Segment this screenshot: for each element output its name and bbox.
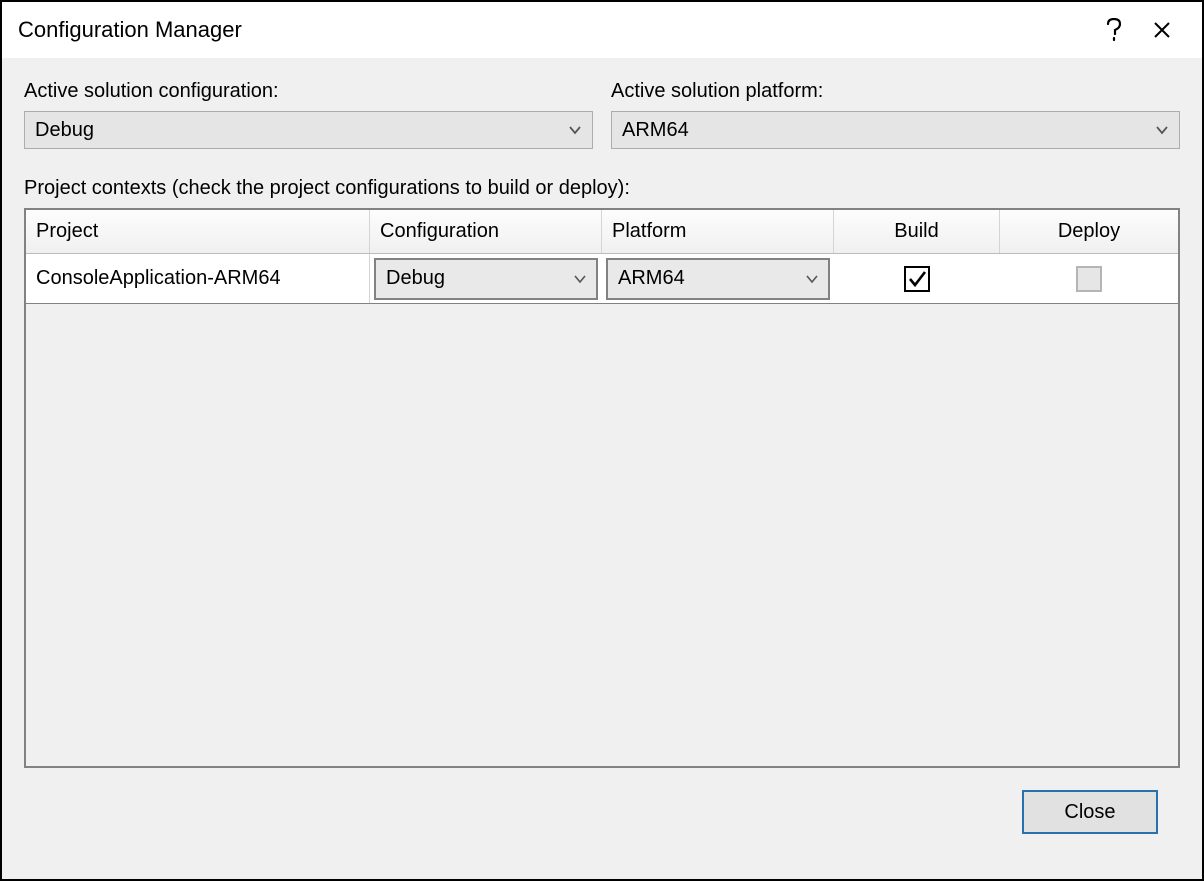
col-header-build[interactable]: Build [834,210,1000,253]
chevron-down-icon [568,125,582,135]
row-platform-value: ARM64 [618,267,806,290]
cell-build [834,254,1000,303]
close-button[interactable]: Close [1022,790,1158,834]
build-checkbox[interactable] [904,266,930,292]
dialog-footer: Close [24,768,1180,856]
deploy-checkbox [1076,266,1102,292]
cell-configuration: Debug [370,254,602,303]
active-platform-label: Active solution platform: [611,80,1180,103]
checkmark-icon [907,269,927,289]
titlebar: Configuration Manager [2,2,1202,58]
chevron-down-icon [806,275,818,283]
solution-selectors: Active solution configuration: Debug Act… [24,80,1180,149]
active-platform-field: Active solution platform: ARM64 [611,80,1180,149]
row-config-value: Debug [386,267,574,290]
dialog-title: Configuration Manager [18,17,1090,43]
chevron-down-icon [574,275,586,283]
active-config-field: Active solution configuration: Debug [24,80,593,149]
row-config-dropdown[interactable]: Debug [374,258,598,300]
active-config-label: Active solution configuration: [24,80,593,103]
window-close-button[interactable] [1138,6,1186,54]
close-button-label: Close [1064,801,1115,824]
active-config-value: Debug [35,119,568,142]
row-platform-dropdown[interactable]: ARM64 [606,258,830,300]
col-header-project[interactable]: Project [26,210,370,253]
active-platform-value: ARM64 [622,119,1155,142]
chevron-down-icon [1155,125,1169,135]
help-icon [1106,18,1122,42]
active-platform-dropdown[interactable]: ARM64 [611,111,1180,149]
close-icon [1153,21,1171,39]
cell-platform: ARM64 [602,254,834,303]
col-header-configuration[interactable]: Configuration [370,210,602,253]
project-contexts-grid: Project Configuration Platform Build Dep… [24,208,1180,768]
active-config-dropdown[interactable]: Debug [24,111,593,149]
project-contexts-label: Project contexts (check the project conf… [24,177,1180,200]
configuration-manager-dialog: Configuration Manager Active solution co… [0,0,1204,881]
cell-project-name: ConsoleApplication-ARM64 [26,254,370,303]
table-row: ConsoleApplication-ARM64 Debug ARM64 [26,254,1178,304]
cell-deploy [1000,254,1178,303]
col-header-deploy[interactable]: Deploy [1000,210,1178,253]
col-header-platform[interactable]: Platform [602,210,834,253]
dialog-content: Active solution configuration: Debug Act… [2,58,1202,879]
grid-header: Project Configuration Platform Build Dep… [26,210,1178,254]
help-button[interactable] [1090,6,1138,54]
